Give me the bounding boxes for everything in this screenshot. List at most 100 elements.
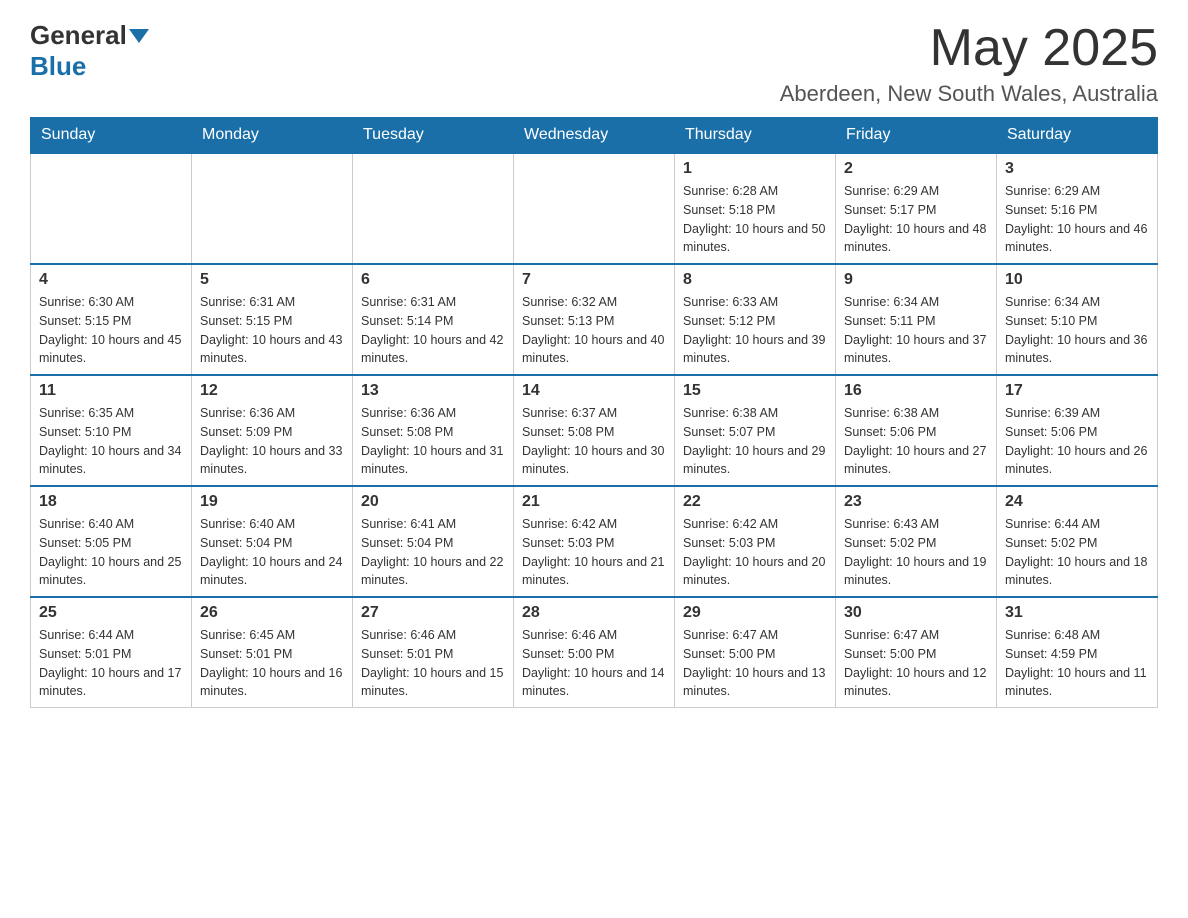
calendar-cell: 4 Sunrise: 6:30 AMSunset: 5:15 PMDaylight… <box>31 264 192 375</box>
day-number: 13 <box>361 382 505 400</box>
calendar-cell <box>31 153 192 264</box>
day-info: Sunrise: 6:41 AMSunset: 5:04 PMDaylight:… <box>361 515 505 590</box>
day-number: 26 <box>200 604 344 622</box>
calendar-cell: 6 Sunrise: 6:31 AMSunset: 5:14 PMDaylight… <box>353 264 514 375</box>
calendar-week-row: 25 Sunrise: 6:44 AMSunset: 5:01 PMDayligh… <box>31 597 1158 708</box>
day-number: 14 <box>522 382 666 400</box>
calendar-cell: 27Sunrise: 6:46 AMSunset: 5:01 PMDayligh… <box>353 597 514 708</box>
calendar-cell: 9 Sunrise: 6:34 AMSunset: 5:11 PMDaylight… <box>836 264 997 375</box>
day-info: Sunrise: 6:29 AMSunset: 5:17 PMDaylight:… <box>844 182 988 257</box>
day-info: Sunrise: 6:40 AMSunset: 5:04 PMDaylight:… <box>200 515 344 590</box>
calendar-cell: 25 Sunrise: 6:44 AMSunset: 5:01 PMDayligh… <box>31 597 192 708</box>
calendar-cell: 7Sunrise: 6:32 AMSunset: 5:13 PMDaylight… <box>514 264 675 375</box>
day-info: Sunrise: 6:46 AMSunset: 5:00 PMDaylight:… <box>522 626 666 701</box>
calendar-cell: 12Sunrise: 6:36 AMSunset: 5:09 PMDayligh… <box>192 375 353 486</box>
day-info: Sunrise: 6:28 AMSunset: 5:18 PMDaylight:… <box>683 182 827 257</box>
day-info: Sunrise: 6:44 AMSunset: 5:01 PMDaylight:… <box>39 626 183 701</box>
day-number: 20 <box>361 493 505 511</box>
day-number: 11 <box>39 382 183 400</box>
calendar-cell: 23Sunrise: 6:43 AMSunset: 5:02 PMDayligh… <box>836 486 997 597</box>
calendar-day-header: Sunday <box>31 118 192 154</box>
day-number: 30 <box>844 604 988 622</box>
day-number: 7 <box>522 271 666 289</box>
calendar-cell: 20 Sunrise: 6:41 AMSunset: 5:04 PMDayligh… <box>353 486 514 597</box>
calendar-cell: 8Sunrise: 6:33 AMSunset: 5:12 PMDaylight… <box>675 264 836 375</box>
day-info: Sunrise: 6:30 AMSunset: 5:15 PMDaylight:… <box>39 293 183 368</box>
calendar-week-row: 11 Sunrise: 6:35 AMSunset: 5:10 PMDayligh… <box>31 375 1158 486</box>
day-number: 1 <box>683 160 827 178</box>
calendar-cell: 3 Sunrise: 6:29 AMSunset: 5:16 PMDaylight… <box>997 153 1158 264</box>
day-info: Sunrise: 6:40 AMSunset: 5:05 PMDaylight:… <box>39 515 183 590</box>
day-number: 17 <box>1005 382 1149 400</box>
day-number: 28 <box>522 604 666 622</box>
calendar-cell: 2 Sunrise: 6:29 AMSunset: 5:17 PMDaylight… <box>836 153 997 264</box>
day-number: 15 <box>683 382 827 400</box>
calendar-cell: 5 Sunrise: 6:31 AMSunset: 5:15 PMDaylight… <box>192 264 353 375</box>
calendar-day-header: Friday <box>836 118 997 154</box>
day-info: Sunrise: 6:31 AMSunset: 5:15 PMDaylight:… <box>200 293 344 368</box>
calendar-cell: 28 Sunrise: 6:46 AMSunset: 5:00 PMDayligh… <box>514 597 675 708</box>
day-number: 19 <box>200 493 344 511</box>
day-info: Sunrise: 6:47 AMSunset: 5:00 PMDaylight:… <box>844 626 988 701</box>
calendar-cell <box>514 153 675 264</box>
day-number: 5 <box>200 271 344 289</box>
calendar-cell: 11 Sunrise: 6:35 AMSunset: 5:10 PMDayligh… <box>31 375 192 486</box>
day-number: 16 <box>844 382 988 400</box>
day-number: 29 <box>683 604 827 622</box>
day-info: Sunrise: 6:39 AMSunset: 5:06 PMDaylight:… <box>1005 404 1149 479</box>
day-info: Sunrise: 6:29 AMSunset: 5:16 PMDaylight:… <box>1005 182 1149 257</box>
calendar-day-header: Monday <box>192 118 353 154</box>
calendar-day-header: Tuesday <box>353 118 514 154</box>
calendar-week-row: 18 Sunrise: 6:40 AMSunset: 5:05 PMDayligh… <box>31 486 1158 597</box>
day-number: 21 <box>522 493 666 511</box>
calendar-cell: 26 Sunrise: 6:45 AMSunset: 5:01 PMDayligh… <box>192 597 353 708</box>
day-info: Sunrise: 6:33 AMSunset: 5:12 PMDaylight:… <box>683 293 827 368</box>
calendar-cell <box>192 153 353 264</box>
day-info: Sunrise: 6:43 AMSunset: 5:02 PMDaylight:… <box>844 515 988 590</box>
calendar-cell: 30 Sunrise: 6:47 AMSunset: 5:00 PMDayligh… <box>836 597 997 708</box>
calendar-cell: 14 Sunrise: 6:37 AMSunset: 5:08 PMDayligh… <box>514 375 675 486</box>
day-number: 24 <box>1005 493 1149 511</box>
day-info: Sunrise: 6:34 AMSunset: 5:10 PMDaylight:… <box>1005 293 1149 368</box>
calendar-week-row: 4 Sunrise: 6:30 AMSunset: 5:15 PMDaylight… <box>31 264 1158 375</box>
day-info: Sunrise: 6:37 AMSunset: 5:08 PMDaylight:… <box>522 404 666 479</box>
day-number: 6 <box>361 271 505 289</box>
day-info: Sunrise: 6:48 AMSunset: 4:59 PMDaylight:… <box>1005 626 1149 701</box>
day-info: Sunrise: 6:35 AMSunset: 5:10 PMDaylight:… <box>39 404 183 479</box>
calendar-table: SundayMondayTuesdayWednesdayThursdayFrid… <box>30 117 1158 708</box>
day-number: 4 <box>39 271 183 289</box>
calendar-cell <box>353 153 514 264</box>
day-info: Sunrise: 6:45 AMSunset: 5:01 PMDaylight:… <box>200 626 344 701</box>
day-number: 12 <box>200 382 344 400</box>
calendar-cell: 17 Sunrise: 6:39 AMSunset: 5:06 PMDayligh… <box>997 375 1158 486</box>
calendar-day-header: Wednesday <box>514 118 675 154</box>
day-number: 25 <box>39 604 183 622</box>
calendar-day-header: Saturday <box>997 118 1158 154</box>
calendar-day-header: Thursday <box>675 118 836 154</box>
calendar-cell: 10Sunrise: 6:34 AMSunset: 5:10 PMDayligh… <box>997 264 1158 375</box>
logo-triangle-icon <box>129 29 149 43</box>
day-info: Sunrise: 6:34 AMSunset: 5:11 PMDaylight:… <box>844 293 988 368</box>
day-info: Sunrise: 6:47 AMSunset: 5:00 PMDaylight:… <box>683 626 827 701</box>
day-info: Sunrise: 6:38 AMSunset: 5:06 PMDaylight:… <box>844 404 988 479</box>
logo-general-text: General <box>30 20 127 51</box>
day-number: 22 <box>683 493 827 511</box>
day-number: 3 <box>1005 160 1149 178</box>
day-info: Sunrise: 6:36 AMSunset: 5:08 PMDaylight:… <box>361 404 505 479</box>
calendar-cell: 31 Sunrise: 6:48 AMSunset: 4:59 PMDayligh… <box>997 597 1158 708</box>
calendar-cell: 22Sunrise: 6:42 AMSunset: 5:03 PMDayligh… <box>675 486 836 597</box>
day-info: Sunrise: 6:42 AMSunset: 5:03 PMDaylight:… <box>522 515 666 590</box>
day-number: 2 <box>844 160 988 178</box>
day-number: 9 <box>844 271 988 289</box>
calendar-cell: 29 Sunrise: 6:47 AMSunset: 5:00 PMDayligh… <box>675 597 836 708</box>
page-header: General Blue May 2025 Aberdeen, New Sout… <box>30 20 1158 107</box>
calendar-cell: 16 Sunrise: 6:38 AMSunset: 5:06 PMDayligh… <box>836 375 997 486</box>
day-info: Sunrise: 6:46 AMSunset: 5:01 PMDaylight:… <box>361 626 505 701</box>
calendar-week-row: 1 Sunrise: 6:28 AMSunset: 5:18 PMDaylight… <box>31 153 1158 264</box>
calendar-header-row: SundayMondayTuesdayWednesdayThursdayFrid… <box>31 118 1158 154</box>
calendar-cell: 18 Sunrise: 6:40 AMSunset: 5:05 PMDayligh… <box>31 486 192 597</box>
day-number: 18 <box>39 493 183 511</box>
day-number: 31 <box>1005 604 1149 622</box>
calendar-cell: 15Sunrise: 6:38 AMSunset: 5:07 PMDayligh… <box>675 375 836 486</box>
day-info: Sunrise: 6:31 AMSunset: 5:14 PMDaylight:… <box>361 293 505 368</box>
